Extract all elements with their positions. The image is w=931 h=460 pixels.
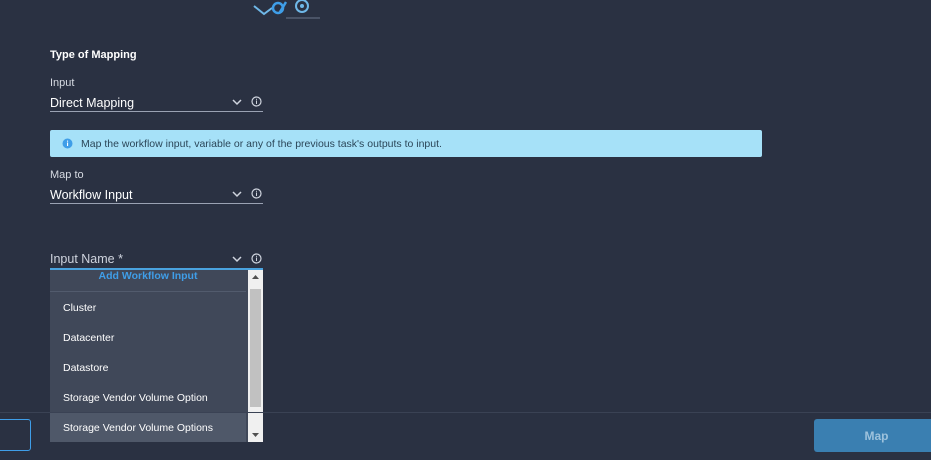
input-name-dropdown: Add Workflow Input Cluster Datacenter Da… [50, 270, 263, 442]
input-select-value: Direct Mapping [50, 96, 135, 110]
info-icon[interactable] [250, 95, 263, 108]
chevron-down-icon [232, 99, 242, 106]
dropdown-option[interactable]: Cluster [50, 292, 246, 323]
input-field: Input Direct Mapping [50, 77, 263, 112]
scroll-down-icon[interactable] [248, 428, 263, 442]
dropdown-scrollbar[interactable] [248, 270, 263, 442]
input-label: Input [50, 77, 75, 89]
map-to-label: Map to [50, 169, 84, 181]
map-to-select-value: Workflow Input [50, 188, 133, 202]
chevron-down-icon [232, 256, 242, 263]
banner-text: Map the workflow input, variable or any … [81, 137, 442, 150]
info-icon[interactable] [250, 252, 263, 265]
input-name-label: Input Name * [50, 252, 123, 266]
chevron-down-icon [232, 191, 242, 198]
map-button[interactable]: Map [814, 419, 931, 452]
dropdown-option[interactable]: Storage Vendor Volume Option [50, 383, 246, 413]
scroll-up-icon[interactable] [248, 270, 263, 284]
info-icon[interactable] [250, 187, 263, 200]
dropdown-option[interactable]: Datastore [50, 353, 246, 383]
workflow-gears-icon [250, 0, 322, 22]
dropdown-list: Add Workflow Input Cluster Datacenter Da… [50, 270, 246, 442]
scrollbar-thumb[interactable] [250, 289, 261, 407]
input-name-select[interactable]: Input Name * [50, 250, 263, 270]
footer-divider [0, 412, 931, 413]
add-workflow-input-option[interactable]: Add Workflow Input [50, 270, 246, 292]
map-to-select[interactable]: Workflow Input [50, 186, 263, 204]
input-select[interactable]: Direct Mapping [50, 94, 263, 112]
info-icon [62, 138, 73, 149]
back-button[interactable] [0, 419, 31, 451]
dropdown-option[interactable]: Storage Vendor Volume Options [50, 413, 246, 442]
map-to-field: Map to Workflow Input [50, 169, 263, 204]
section-title: Type of Mapping [50, 49, 137, 61]
dropdown-option[interactable]: Datacenter [50, 323, 246, 353]
info-banner: Map the workflow input, variable or any … [50, 130, 762, 157]
